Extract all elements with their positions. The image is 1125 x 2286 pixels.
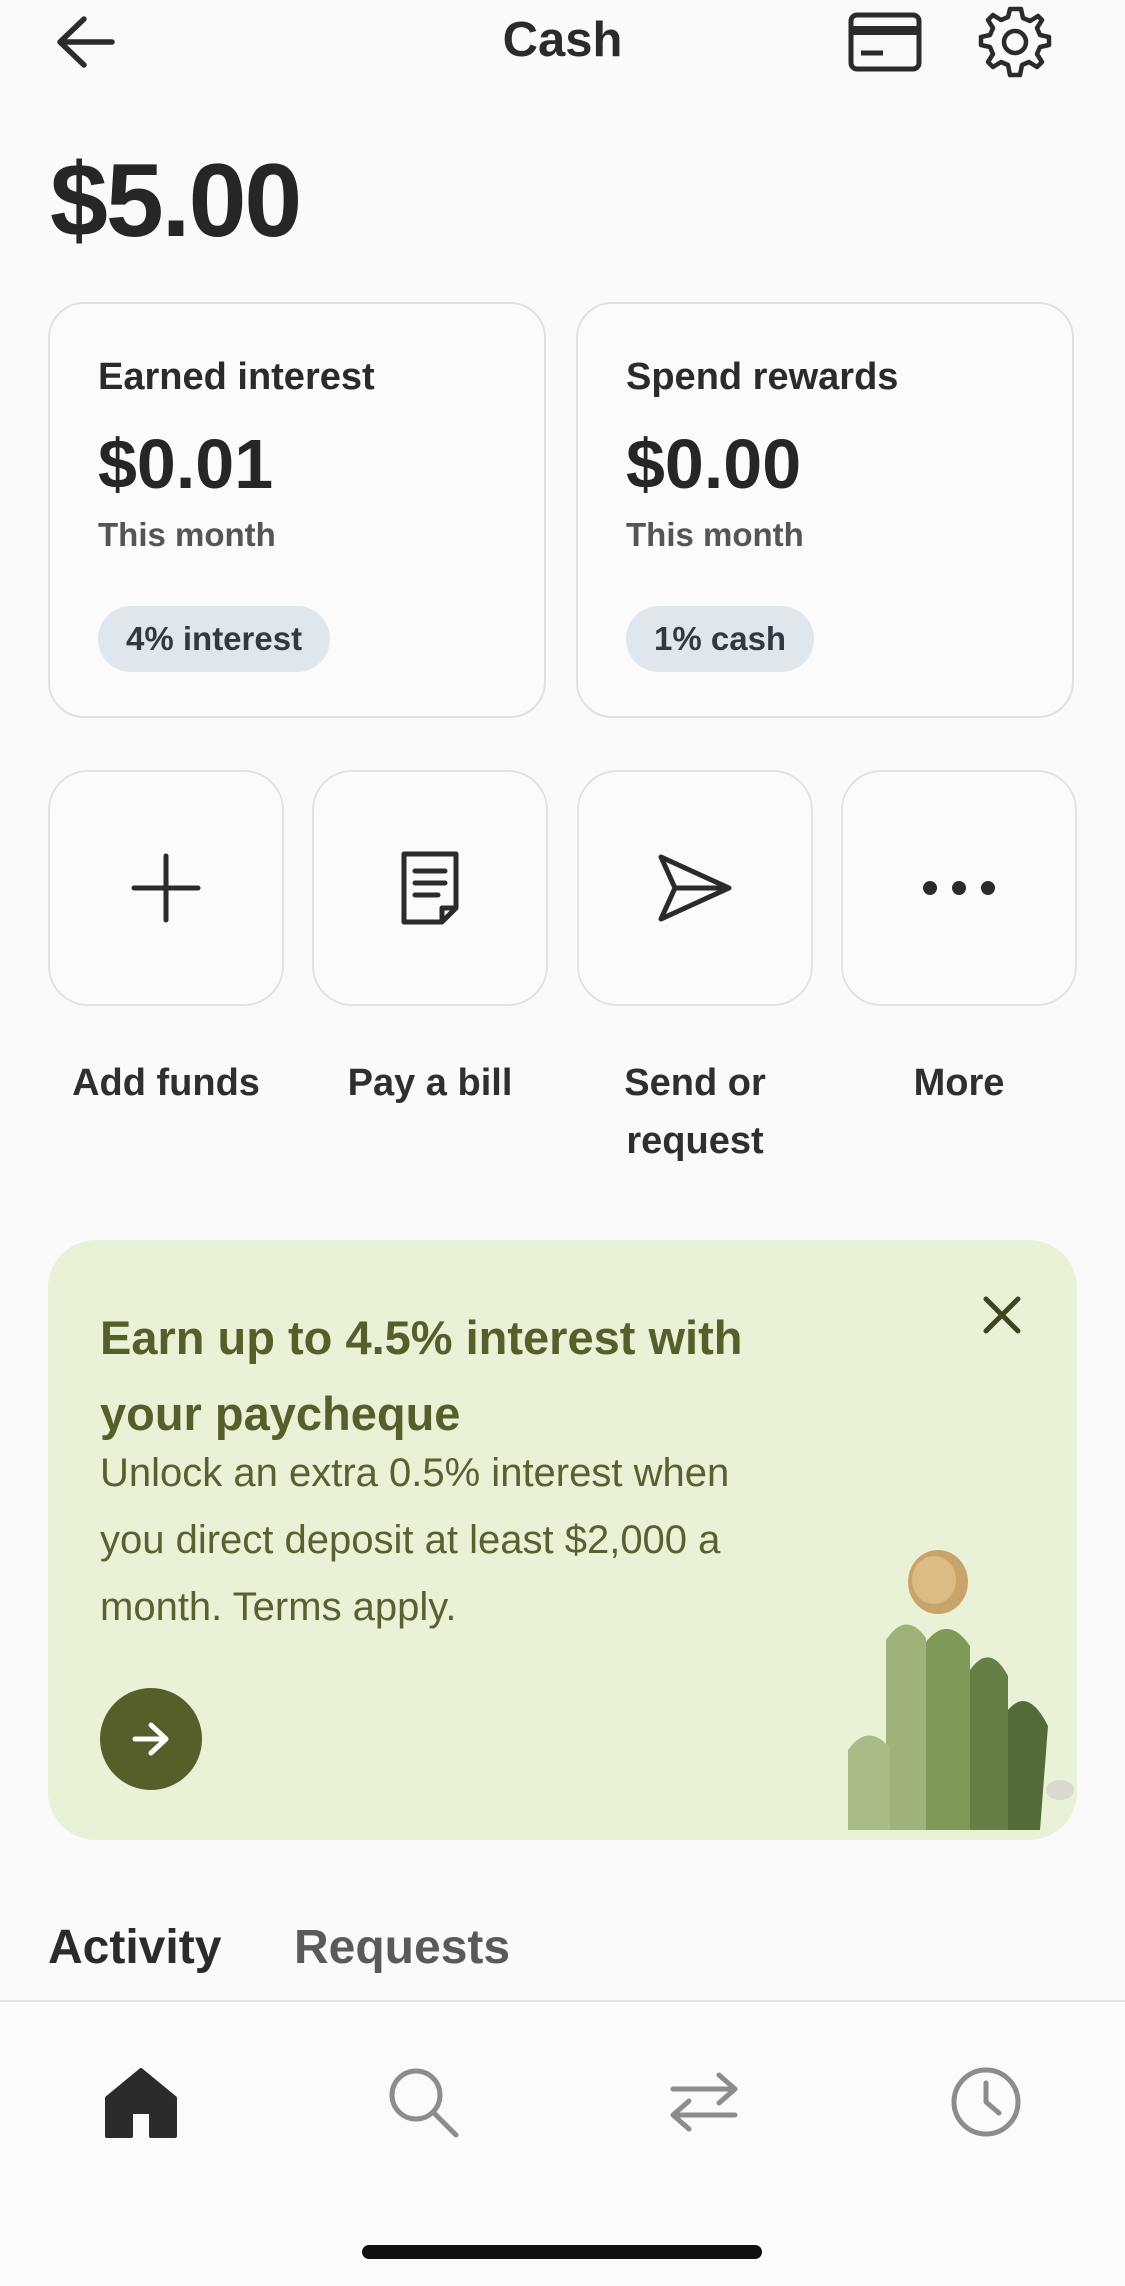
- plus-icon: [131, 853, 201, 923]
- nav-transfer[interactable]: [659, 2057, 749, 2147]
- action-label-send-request: Send or request: [624, 1062, 766, 1162]
- nav-home[interactable]: [96, 2057, 186, 2147]
- settings-button[interactable]: [970, 0, 1060, 84]
- search-icon: [389, 2068, 459, 2138]
- home-indicator[interactable]: [362, 2245, 762, 2259]
- home-icon: [105, 2068, 177, 2138]
- tab-requests[interactable]: Requests: [294, 1920, 510, 1975]
- card-period: This month: [626, 516, 804, 553]
- promo-cta-button[interactable]: [100, 1688, 202, 1790]
- card-value: $0.00: [626, 425, 802, 503]
- balance-amount: $5.00: [50, 143, 302, 259]
- interest-rate-badge: 4% interest: [98, 606, 331, 672]
- nav-history[interactable]: [941, 2057, 1031, 2147]
- card-button[interactable]: [840, 2, 930, 82]
- history-clock-icon: [951, 2067, 1021, 2137]
- action-label-add-funds: Add funds: [72, 1062, 260, 1104]
- arrow-right-icon: [132, 1722, 169, 1756]
- pay-bill-button[interactable]: [312, 770, 548, 1006]
- earned-interest-card[interactable]: Earned interest $0.01 This month 4% inte…: [48, 302, 546, 718]
- gear-icon: [978, 6, 1052, 78]
- coin-stack-illustration: [848, 1550, 1074, 1830]
- promo-close-button[interactable]: [977, 1290, 1027, 1340]
- spend-rewards-card[interactable]: Spend rewards $0.00 This month 1% cash: [576, 302, 1074, 718]
- nav-search[interactable]: [378, 2057, 468, 2147]
- cashback-rate-badge: 1% cash: [626, 606, 815, 672]
- send-request-button[interactable]: [577, 770, 813, 1006]
- add-funds-button[interactable]: [48, 770, 284, 1006]
- transfer-icon: [670, 2072, 738, 2132]
- card-period: This month: [98, 516, 276, 553]
- card-label: Spend rewards: [626, 356, 899, 398]
- bottom-navigation: [0, 2000, 1125, 2286]
- page-title: Cash: [502, 13, 623, 67]
- action-label-pay-bill: Pay a bill: [347, 1062, 513, 1104]
- more-dots-icon: [923, 881, 995, 895]
- card-value: $0.01: [98, 425, 274, 503]
- document-icon: [401, 851, 459, 925]
- tab-activity[interactable]: Activity: [48, 1920, 221, 1975]
- action-label-more: More: [913, 1062, 1005, 1104]
- promo-body: Unlock an extra 0.5% interest when you d…: [100, 1451, 730, 1629]
- promo-title: Earn up to 4.5% interest with your paych…: [100, 1311, 743, 1440]
- close-icon: [983, 1296, 1021, 1334]
- more-button[interactable]: [841, 770, 1077, 1006]
- send-icon: [658, 854, 732, 922]
- credit-card-icon: [848, 12, 922, 72]
- card-label: Earned interest: [98, 356, 375, 398]
- paycheque-promo-banner[interactable]: Earn up to 4.5% interest with your paych…: [48, 1240, 1077, 1840]
